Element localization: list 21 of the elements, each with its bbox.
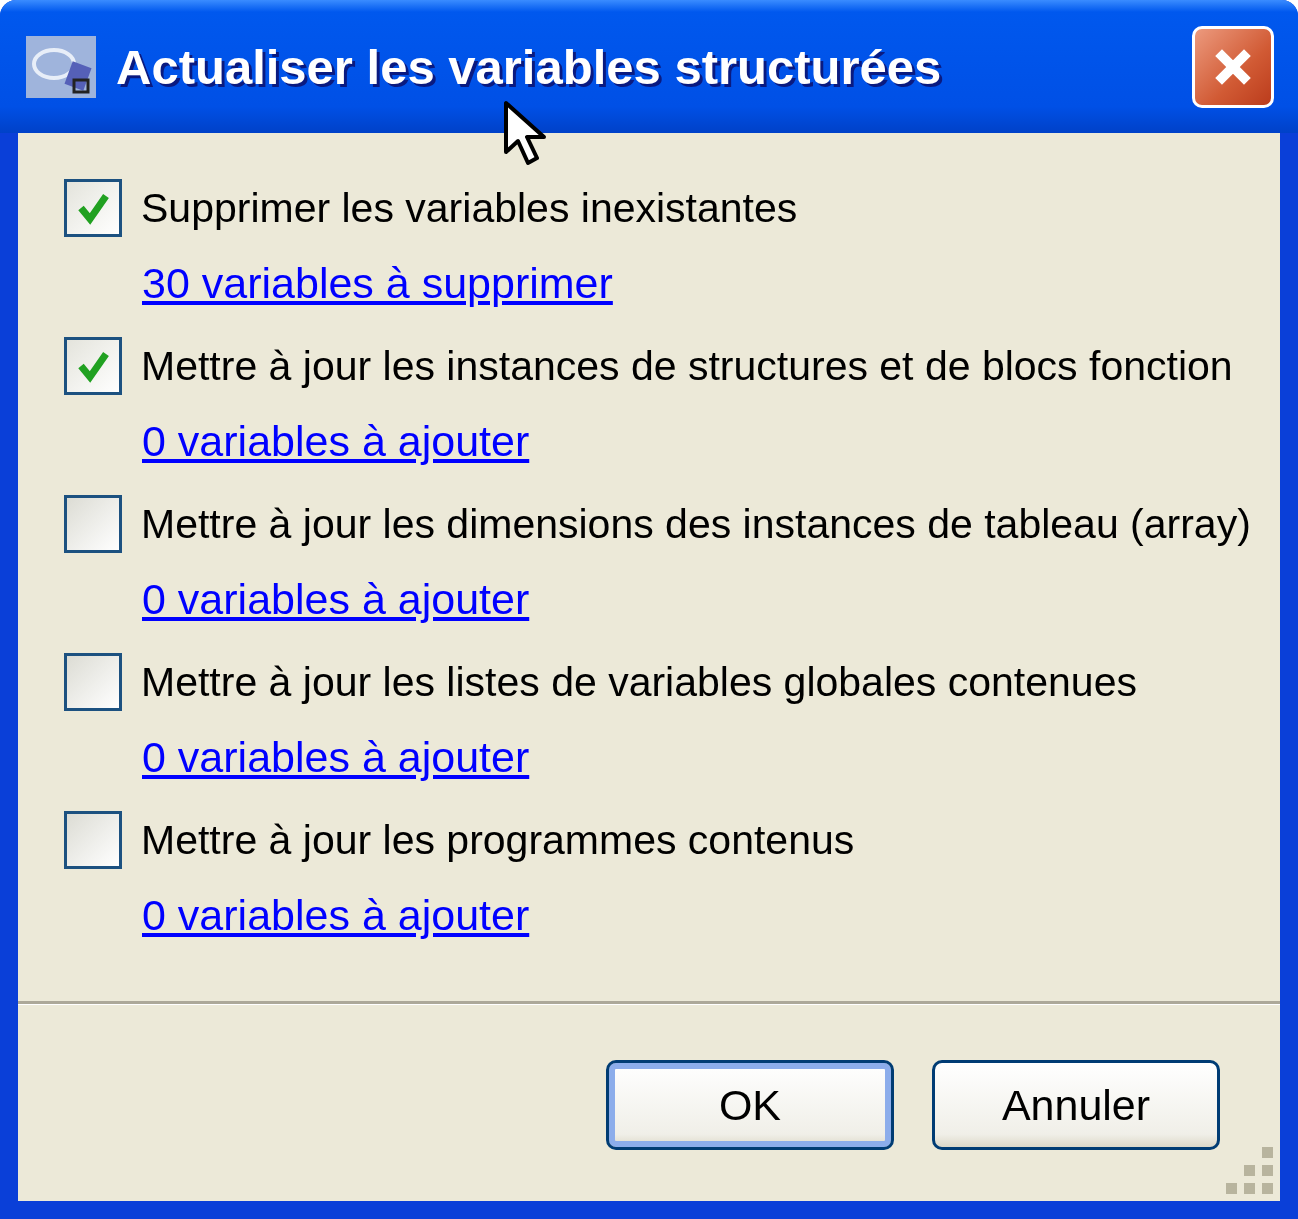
option-label: Supprimer les variables inexistantes	[141, 184, 798, 232]
dialog-button[interactable]: OK	[606, 1060, 894, 1150]
checkbox[interactable]	[64, 811, 122, 869]
resize-grip-icon	[1226, 1147, 1274, 1195]
option-label: Mettre à jour les dimensions des instances de tableau (array)	[141, 500, 1251, 548]
window-title: Actualiser les variables structurées	[116, 38, 943, 95]
checkbox[interactable]	[64, 179, 122, 237]
option-label: Mettre à jour les programmes contenus	[141, 816, 855, 864]
count-link[interactable]: 0 variables à ajouter	[142, 891, 530, 940]
option-label: Mettre à jour les listes de variables globales contenues	[141, 658, 1137, 706]
checkbox[interactable]	[64, 653, 122, 711]
count-link[interactable]: 30 variables à supprimer	[142, 259, 613, 308]
checkbox[interactable]	[64, 495, 122, 553]
count-link[interactable]: 0 variables à ajouter	[142, 575, 530, 624]
dialog-button[interactable]: Annuler	[932, 1060, 1220, 1150]
app-icon	[26, 35, 96, 98]
checkbox[interactable]	[64, 337, 122, 395]
count-link[interactable]: 0 variables à ajouter	[142, 417, 530, 466]
option-label: Mettre à jour les instances de structures et de blocs fonction	[141, 342, 1233, 390]
count-link[interactable]: 0 variables à ajouter	[142, 733, 530, 782]
close-button[interactable]	[1192, 25, 1274, 108]
